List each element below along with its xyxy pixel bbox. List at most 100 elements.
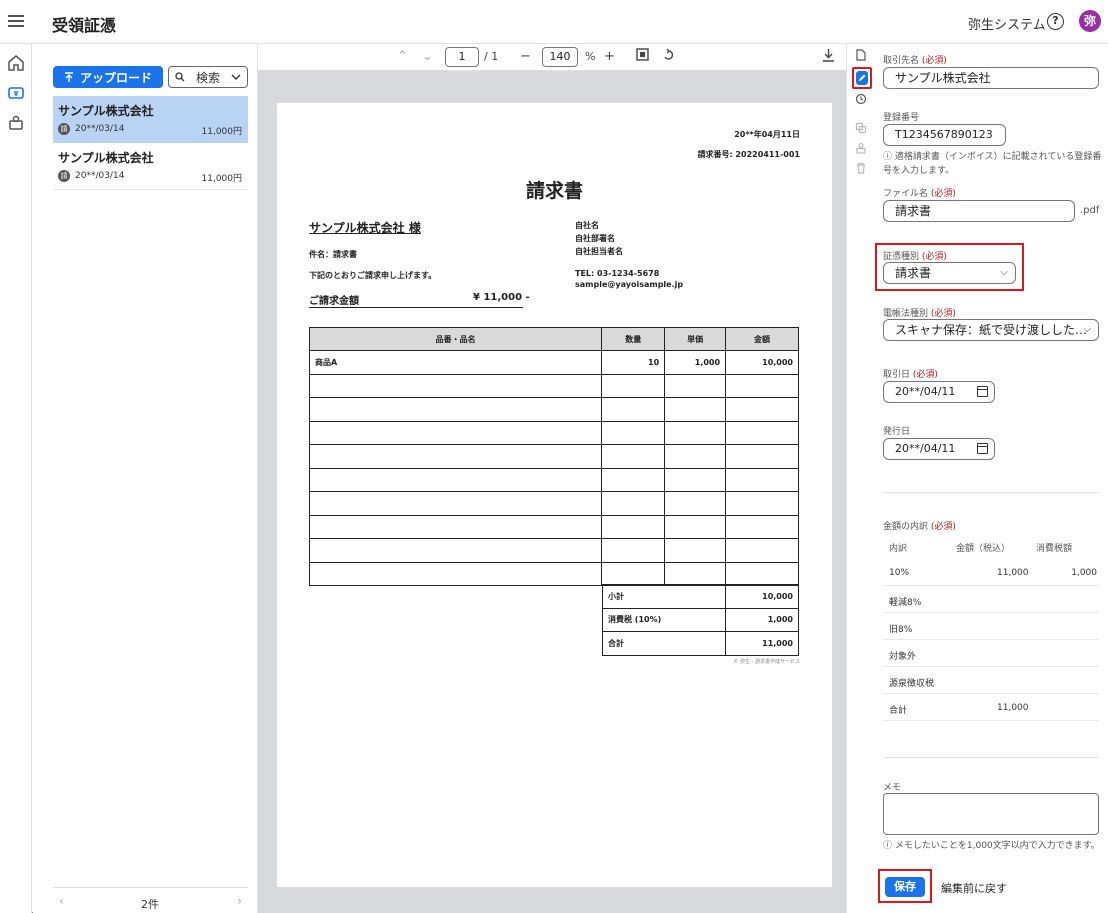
menu-icon[interactable] bbox=[8, 13, 24, 29]
app-header: 受領証憑 弥生システム ? 弥 bbox=[0, 0, 1108, 44]
home-icon[interactable] bbox=[5, 52, 27, 74]
sender-name: 自社名 bbox=[575, 221, 599, 230]
zoom-unit: % bbox=[585, 50, 596, 63]
fit-page-icon[interactable] bbox=[636, 48, 649, 65]
invoice-type-icon: 請 bbox=[58, 170, 70, 182]
list-item-name: サンプル株式会社 bbox=[58, 104, 154, 118]
list-item-date: 20**/03/14 bbox=[75, 171, 125, 181]
zoom-in-icon[interactable]: + bbox=[604, 49, 615, 64]
rotate-icon[interactable] bbox=[662, 48, 675, 65]
invoice-number: 請求番号: 20220411-001 bbox=[697, 150, 800, 159]
document-form: 取引先名 (必須) サンプル株式会社 登録番号 T1234567890123 ⓘ… bbox=[874, 44, 1108, 913]
issue-date-label: 発行日 bbox=[883, 427, 911, 437]
summary-value: 1,000 bbox=[725, 607, 799, 632]
revert-button[interactable]: 編集前に戻す bbox=[941, 880, 1007, 896]
memo-note: ⓘ メモしたいことを1,000文字以内で入力できます。 bbox=[883, 841, 1100, 851]
item-price: 1,000 bbox=[664, 350, 727, 375]
document-list-panel: アップロード 検索 サンプル株式会社 請 20**/03/14 11,000円 … bbox=[33, 44, 258, 913]
page-total: / 1 bbox=[484, 50, 499, 63]
calendar-icon[interactable] bbox=[977, 386, 988, 397]
svg-text:¥: ¥ bbox=[14, 90, 19, 98]
table-header-row: 品番・品名 数量 単価 金額 bbox=[308, 327, 799, 351]
column-header: 金額 bbox=[725, 327, 799, 351]
search-button[interactable]: 検索 bbox=[168, 66, 248, 88]
list-item-amount: 11,000円 bbox=[201, 127, 243, 137]
edit-button[interactable] bbox=[852, 67, 872, 89]
info-icon: ⓘ bbox=[883, 152, 895, 162]
total-underline bbox=[309, 307, 523, 308]
doc-type-value: 請求書 bbox=[895, 266, 932, 280]
chevron-left-icon[interactable]: ‹ bbox=[59, 894, 64, 908]
table-row: 商品A 10 1,000 10,000 bbox=[308, 350, 799, 375]
trash-icon[interactable] bbox=[853, 160, 869, 176]
breakdown-row[interactable]: 対象外 bbox=[883, 640, 1099, 667]
search-label: 検索 bbox=[195, 70, 220, 85]
memo-textarea[interactable] bbox=[883, 793, 1099, 835]
chevron-down-icon: ⌵ bbox=[1083, 324, 1091, 335]
list-item[interactable]: サンプル株式会社 請 20**/03/14 11,000円 bbox=[53, 96, 248, 143]
chevron-down-icon: ⌵ bbox=[1000, 267, 1008, 278]
trade-date-input[interactable]: 20**/04/11 bbox=[883, 381, 995, 403]
divider bbox=[883, 492, 1099, 493]
copy-icon[interactable] bbox=[853, 120, 869, 136]
help-icon[interactable]: ? bbox=[1047, 13, 1064, 30]
breakdown-row[interactable]: 源泉徴収税 bbox=[883, 667, 1099, 694]
file-name-input[interactable]: 請求書 bbox=[883, 200, 1075, 222]
edit-button-fill bbox=[856, 71, 868, 85]
sender-person: 自社担当者名 bbox=[575, 247, 623, 256]
column-header: 数量 bbox=[601, 327, 666, 351]
invoice-footer: © 弥生 - 請求書作成サービス bbox=[733, 659, 800, 665]
document-viewer: ⌃ ⌄ 1 / 1 − 140 % + 20**年04月11日 請求番号: 20… bbox=[258, 44, 846, 913]
company-name[interactable]: 弥生システム bbox=[968, 14, 1046, 33]
breakdown-header: 消費税額 bbox=[1036, 544, 1073, 554]
save-button[interactable]: 保存 bbox=[885, 877, 925, 897]
item-amount: 10,000 bbox=[725, 350, 799, 375]
pencil-icon bbox=[859, 74, 866, 81]
file-extension: .pdf bbox=[1080, 205, 1100, 216]
avatar[interactable]: 弥 bbox=[1079, 10, 1101, 32]
calendar-icon[interactable] bbox=[977, 443, 988, 454]
ledger-type-select[interactable]: スキャナ保存：紙で受け渡しした… ⌵ bbox=[883, 319, 1099, 341]
chevron-up-icon[interactable]: ⌃ bbox=[397, 49, 408, 64]
page-title: 受領証憑 bbox=[52, 16, 117, 35]
download-icon[interactable] bbox=[822, 48, 835, 66]
breakdown-row[interactable]: 10% 11,000 1,000 bbox=[883, 559, 1099, 586]
history-icon[interactable] bbox=[853, 91, 869, 107]
issue-date-value: 20**/04/11 bbox=[895, 442, 956, 455]
table-row bbox=[308, 561, 799, 586]
invoice-greeting: 下記のとおりご請求申し上げます。 bbox=[309, 271, 437, 280]
summary-row: 小計 10,000 bbox=[601, 584, 799, 609]
page-number-input[interactable]: 1 bbox=[445, 47, 479, 67]
upload-button[interactable]: アップロード bbox=[53, 66, 163, 88]
table-row bbox=[308, 397, 799, 422]
tool-strip bbox=[846, 44, 874, 913]
table-row bbox=[308, 491, 799, 516]
breakdown-row: 合計 11,000 bbox=[883, 694, 1099, 721]
chevron-down-icon[interactable]: ⌄ bbox=[422, 49, 433, 64]
invoice-title: 請求書 bbox=[525, 180, 583, 202]
breakdown-header: 内訳 bbox=[889, 544, 908, 554]
list-pager: ‹ 2件 › bbox=[53, 887, 248, 913]
summary-row: 消費税 (10%) 1,000 bbox=[601, 607, 799, 632]
receipt-icon[interactable]: ¥ bbox=[5, 82, 27, 104]
reg-number-input[interactable]: T1234567890123 bbox=[883, 124, 1006, 146]
doc-type-select[interactable]: 請求書 ⌵ bbox=[883, 262, 1016, 284]
chevron-right-icon[interactable]: › bbox=[237, 894, 242, 908]
partner-input[interactable]: サンプル株式会社 bbox=[883, 67, 1099, 89]
list-item[interactable]: サンプル株式会社 請 20**/03/14 11,000円 bbox=[53, 143, 248, 190]
divider bbox=[883, 757, 1099, 758]
viewer-toolbar: ⌃ ⌄ 1 / 1 − 140 % + bbox=[258, 44, 846, 71]
save-highlight: 保存 bbox=[878, 869, 932, 903]
document-icon[interactable] bbox=[853, 47, 869, 63]
table-row bbox=[308, 514, 799, 539]
breakdown-row[interactable]: 軽減8% bbox=[883, 586, 1099, 613]
user-document-icon[interactable] bbox=[5, 112, 27, 134]
assign-user-icon[interactable] bbox=[853, 140, 869, 156]
upload-label: アップロード bbox=[79, 70, 152, 85]
zoom-out-icon[interactable]: − bbox=[520, 49, 531, 64]
breakdown-row[interactable]: 旧8% bbox=[883, 613, 1099, 640]
issue-date-input[interactable]: 20**/04/11 bbox=[883, 438, 995, 460]
zoom-input[interactable]: 140 bbox=[542, 47, 578, 67]
invoice-client: サンプル株式会社 様 bbox=[309, 221, 421, 235]
info-icon: ⓘ bbox=[883, 841, 895, 851]
